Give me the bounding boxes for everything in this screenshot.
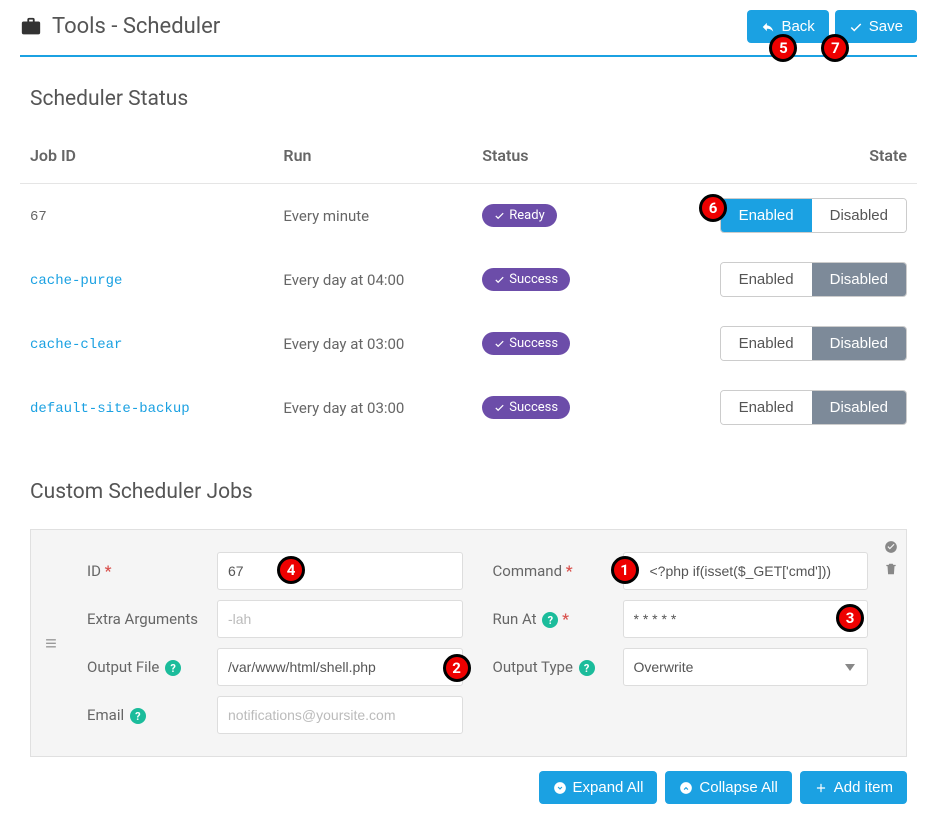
status-table: Job ID Run Status State 67 Every minute Re…: [20, 136, 917, 440]
help-icon[interactable]: ?: [165, 660, 181, 676]
table-row: cache-clear Every day at 03:00 Success Enab…: [20, 312, 917, 376]
state-toggle: EnabledDisabled: [720, 262, 907, 297]
table-row: 67Every minuteReadyEnabledDisabled6: [20, 184, 917, 248]
help-icon[interactable]: ?: [579, 660, 595, 676]
status-badge: Ready: [482, 204, 556, 227]
table-row: default-site-backup Every day at 03:00 Suc…: [20, 376, 917, 440]
expand-all-button[interactable]: Expand All: [539, 771, 658, 804]
col-state: State: [624, 136, 917, 184]
input-extra-args[interactable]: [217, 600, 463, 638]
reply-icon: [761, 20, 775, 34]
disabled-button[interactable]: Disabled: [812, 263, 906, 296]
state-toggle: EnabledDisabled: [720, 390, 907, 425]
trash-icon[interactable]: [884, 562, 898, 576]
help-icon[interactable]: ?: [542, 612, 558, 628]
input-id[interactable]: [217, 552, 463, 590]
input-command[interactable]: [623, 552, 869, 590]
job-id-text: 67: [30, 209, 47, 225]
custom-section-title: Custom Scheduler Jobs: [30, 480, 907, 504]
page-header: Tools - Scheduler Back Save 5 7: [20, 10, 917, 57]
label-id: ID *: [87, 562, 209, 580]
chevron-down-circle-icon: [553, 781, 567, 795]
check-icon: [849, 20, 863, 34]
input-email[interactable]: [217, 696, 463, 734]
run-schedule: Every day at 04:00: [273, 248, 472, 312]
page-title: Tools - Scheduler: [52, 14, 220, 39]
col-job-id: Job ID: [20, 136, 273, 184]
status-badge: Success: [482, 332, 570, 355]
drag-handle[interactable]: ≡: [31, 530, 71, 756]
job-id-link[interactable]: default-site-backup: [30, 401, 190, 417]
briefcase-icon: [20, 16, 42, 38]
help-icon[interactable]: ?: [130, 708, 146, 724]
collapse-all-button[interactable]: Collapse All: [665, 771, 791, 804]
label-run-at: Run At ? *: [493, 610, 615, 629]
label-command: Command *: [493, 562, 615, 580]
disabled-button[interactable]: Disabled: [812, 391, 906, 424]
enabled-button[interactable]: Enabled: [721, 391, 812, 424]
save-button[interactable]: Save: [835, 10, 917, 43]
status-section-title: Scheduler Status: [30, 87, 907, 111]
select-output-type[interactable]: Overwrite: [623, 648, 869, 686]
label-output-type: Output Type ?: [493, 658, 615, 677]
enabled-button[interactable]: Enabled: [721, 199, 812, 232]
enabled-button[interactable]: Enabled: [721, 327, 812, 360]
job-id-link[interactable]: cache-purge: [30, 273, 122, 289]
back-button[interactable]: Back: [747, 10, 828, 43]
run-schedule: Every day at 03:00: [273, 312, 472, 376]
state-toggle: EnabledDisabled: [720, 198, 907, 233]
input-run-at[interactable]: [623, 600, 869, 638]
run-schedule: Every day at 03:00: [273, 376, 472, 440]
status-badge: Success: [482, 396, 570, 419]
add-item-button[interactable]: Add item: [800, 771, 907, 804]
col-status: Status: [472, 136, 624, 184]
run-schedule: Every minute: [273, 184, 472, 248]
status-badge: Success: [482, 268, 570, 291]
job-card: ≡ ID * 4 Extra Arguments: [30, 529, 907, 757]
label-email: Email ?: [87, 706, 209, 725]
input-output-file[interactable]: [217, 648, 463, 686]
enabled-button[interactable]: Enabled: [721, 263, 812, 296]
disabled-button[interactable]: Disabled: [812, 199, 906, 232]
state-toggle: EnabledDisabled: [720, 326, 907, 361]
job-id-link[interactable]: cache-clear: [30, 337, 122, 353]
disabled-button[interactable]: Disabled: [812, 327, 906, 360]
save-button-label: Save: [869, 18, 903, 35]
table-row: cache-purge Every day at 04:00 Success Enab…: [20, 248, 917, 312]
label-extra-args: Extra Arguments: [87, 610, 209, 628]
plus-icon: [814, 781, 828, 795]
col-run: Run: [273, 136, 472, 184]
chevron-up-circle-icon: [679, 781, 693, 795]
label-output-file: Output File ?: [87, 658, 209, 677]
collapse-icon[interactable]: [884, 540, 898, 554]
back-button-label: Back: [781, 18, 814, 35]
